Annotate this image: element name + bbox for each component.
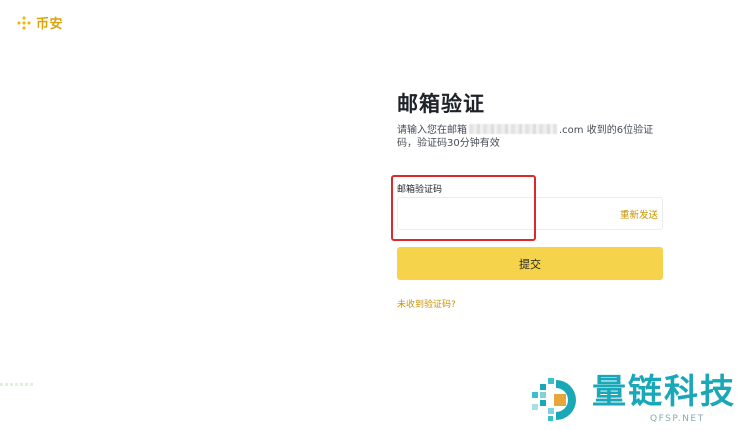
submit-button[interactable]: 提交 xyxy=(397,247,663,280)
code-field-label: 邮箱验证码 xyxy=(397,185,443,195)
code-field: 重新发送 xyxy=(397,197,663,230)
resend-code-link[interactable]: 重新发送 xyxy=(620,207,658,221)
page-title: 邮箱验证 xyxy=(397,92,485,116)
verification-code-input[interactable] xyxy=(398,198,608,229)
email-verification-panel: 邮箱验证 请输入您在邮箱 .com 收到的6位验证码，验证码30分钟有效 邮箱验证… xyxy=(391,90,663,310)
decorative-dots xyxy=(0,383,34,386)
binance-diamond-icon xyxy=(17,15,31,30)
no-code-received-link[interactable]: 未收到验证码? xyxy=(397,297,456,310)
verification-description: 请输入您在邮箱 .com 收到的6位验证码，验证码30分钟有效 xyxy=(397,124,663,150)
watermark-subtext: QFSP.NET xyxy=(650,414,705,424)
watermark-logo-icon xyxy=(532,378,576,421)
redacted-email xyxy=(469,124,557,134)
logo[interactable]: 币安 xyxy=(16,13,63,32)
description-prefix: 请输入您在邮箱 xyxy=(397,125,467,136)
watermark-text: 量链科技 xyxy=(592,372,736,412)
watermark: 量链科技 QFSP.NET xyxy=(530,372,750,428)
logo-text: 币安 xyxy=(36,17,64,32)
